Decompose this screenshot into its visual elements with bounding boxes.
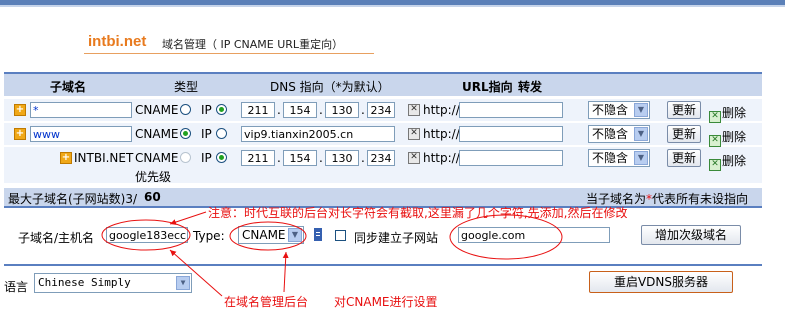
highlight-ellipse [449,214,563,260]
annotation-note-left: 在域名管理后台 [224,295,309,309]
annotation-arrow [169,211,207,225]
highlight-ellipse [229,221,307,251]
annotation-arrow [282,251,289,293]
annotation-note-right: 对CNAME进行设置 [334,295,438,309]
annotation-arrow [169,249,223,297]
annotation-note-top: 注意：时代互联的后台对长字符会有截取,这里漏了几个字符,先添加,然后在修改 [208,206,628,220]
annotation-overlay [101,211,563,297]
highlight-ellipse [101,219,191,251]
